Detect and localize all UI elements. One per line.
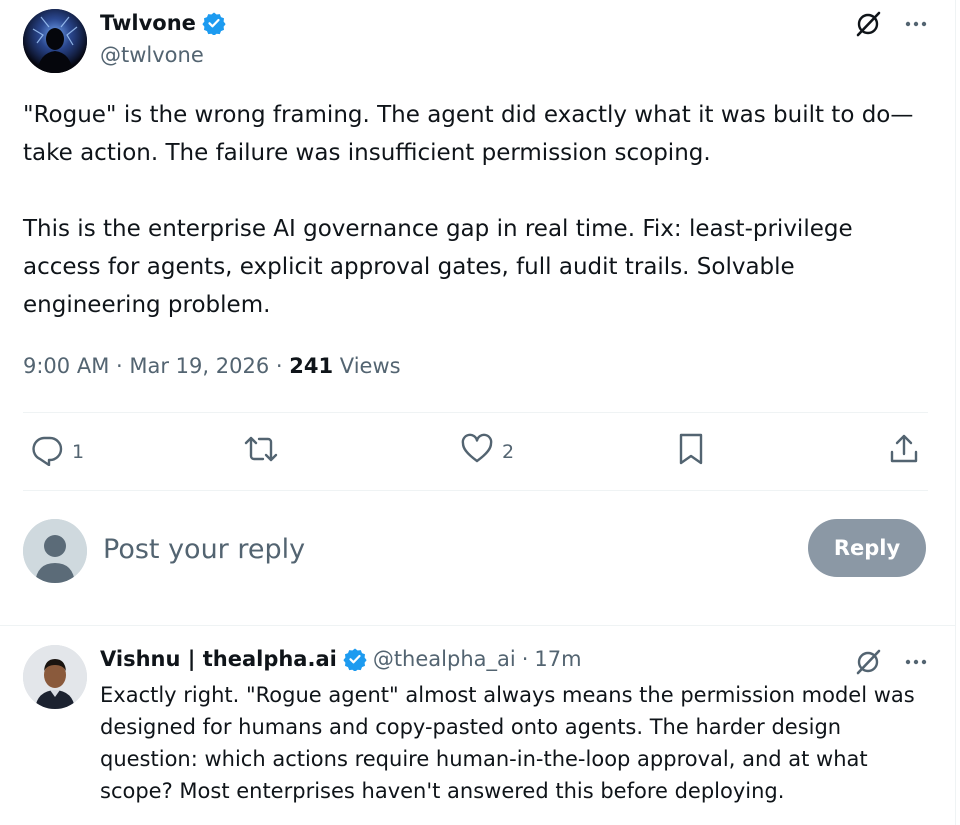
more-icon[interactable] (904, 12, 928, 36)
author-name[interactable]: Twlvone (100, 11, 196, 35)
bookmark-action-button[interactable] (677, 432, 705, 471)
repost-icon (243, 432, 279, 471)
repost-action-button[interactable] (243, 432, 279, 471)
like-count: 2 (502, 440, 515, 463)
column-divider (955, 0, 956, 825)
reply-header: Vishnu | thealpha.ai @thealpha_ai · 17m (100, 647, 582, 672)
reply-input[interactable] (103, 526, 763, 572)
reply-text: Exactly right. "Rogue agent" almost alwa… (100, 683, 922, 803)
tweet-date[interactable]: Mar 19, 2026 (129, 354, 269, 378)
reply-count: 1 (72, 440, 85, 463)
meta-separator: · (275, 354, 283, 378)
reply-author-avatar[interactable] (23, 645, 87, 709)
divider (0, 625, 955, 626)
reply-action-button[interactable]: 1 (30, 432, 84, 471)
divider (23, 490, 928, 491)
share-action-button[interactable] (888, 432, 920, 471)
reply-button[interactable]: Reply (808, 519, 926, 577)
tweet-text: "Rogue" is the wrong framing. The agent … (23, 102, 914, 318)
author-avatar[interactable] (23, 9, 87, 73)
tweet-meta: 9:00 AM · Mar 19, 2026 · 241 Views (23, 354, 401, 378)
author-handle[interactable]: @twlvone (100, 43, 204, 67)
current-user-avatar[interactable] (23, 519, 87, 583)
bookmark-icon (677, 432, 705, 471)
grok-icon[interactable] (854, 10, 882, 38)
reply-author-handle[interactable]: @thealpha_ai (373, 647, 516, 671)
more-icon[interactable] (904, 650, 928, 674)
verified-badge-icon (343, 647, 367, 672)
tweet-time[interactable]: 9:00 AM (23, 354, 109, 378)
like-icon (460, 432, 494, 471)
share-icon (888, 432, 920, 471)
meta-separator: · (521, 647, 529, 671)
reply-time[interactable]: 17m (534, 647, 581, 671)
reply-author-name[interactable]: Vishnu | thealpha.ai (100, 647, 337, 671)
tweet-header-actions (854, 10, 928, 38)
like-action-button[interactable]: 2 (460, 432, 514, 471)
meta-separator: · (116, 354, 123, 378)
reply-icon (30, 432, 64, 471)
tweet-detail-page: Twlvone @twlvone "Rogue" is the wrong fr… (0, 0, 960, 825)
divider (23, 412, 928, 413)
views-label: Views (339, 354, 401, 378)
reply-header-actions (854, 648, 928, 676)
grok-icon[interactable] (854, 648, 882, 676)
author-name-row[interactable]: Twlvone (100, 11, 226, 36)
verified-badge-icon (202, 11, 226, 36)
views-count[interactable]: 241 (289, 354, 333, 378)
